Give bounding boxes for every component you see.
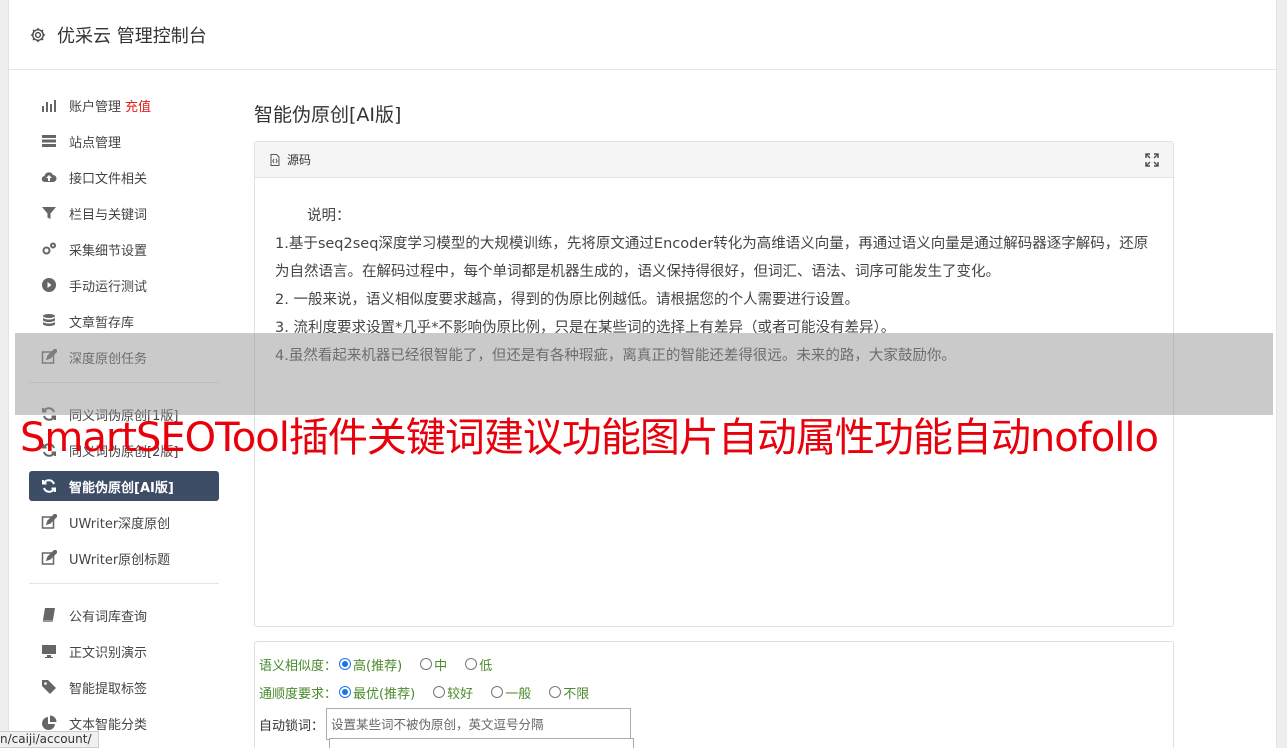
radio-label: 不限 [563, 686, 590, 702]
source-button[interactable]: 源码 [269, 151, 311, 168]
sidebar-item-collect-settings[interactable]: 采集细节设置 [29, 234, 219, 264]
content-paragraph-2: 2. 一般来说，语义相似度要求越高，得到的伪原比例越低。请根据您的个人需要进行设… [275, 292, 859, 308]
top-header: 优采云 管理控制台 [9, 0, 1276, 70]
radio-label: 高(推荐) [353, 658, 403, 674]
bar-chart-icon [42, 100, 56, 112]
second-input[interactable] [329, 738, 634, 748]
play-circle-icon [42, 278, 56, 292]
sidebar-item-columns-keywords[interactable]: 栏目与关键词 [29, 198, 219, 228]
sidebar-item-label: 正文识别演示 [69, 645, 148, 661]
radio-circle [339, 658, 352, 670]
sidebar-item-public-lexicon[interactable]: 公有词库查询 [29, 600, 219, 630]
fluency-good-radio[interactable]: 较好 [433, 683, 473, 702]
radio-circle [491, 686, 504, 698]
radio-circle [465, 658, 478, 670]
sidebar-item-label: 手动运行测试 [69, 279, 148, 295]
sidebar-item-label: 智能提取标签 [69, 681, 148, 697]
monitor-icon [42, 645, 56, 658]
watermark-text: SmartSEOTool插件关键词建议功能图片自动属性功能自动nofollo [20, 415, 1159, 461]
sidebar-item-tag-extraction[interactable]: 智能提取标签 [29, 672, 219, 702]
sidebar-item-account[interactable]: 账户管理 充值 [29, 90, 219, 120]
sidebar-item-ai-rewrite[interactable]: 智能伪原创[AI版] [29, 471, 219, 501]
sidebar-item-label: 文本智能分类 [69, 717, 148, 733]
fluency-best-radio[interactable]: 最优(推荐) [339, 683, 415, 702]
refresh-icon [42, 479, 56, 493]
sidebar-item-sites[interactable]: 站点管理 [29, 126, 219, 156]
fluency-row: 通顺度要求： 最优(推荐) 较好 一般 不限 [259, 678, 1169, 706]
radio-label: 较好 [447, 686, 474, 702]
similarity-high-radio[interactable]: 高(推荐) [339, 655, 402, 674]
rewrite-options-panel: 语义相似度： 高(推荐) 中 低 通顺度要求： 最优(推荐) 较好 一般 不限 … [254, 641, 1174, 748]
sidebar-item-label: UWriter深度原创 [69, 516, 171, 532]
edit-icon [41, 514, 57, 529]
sidebar-item-manual-test[interactable]: 手动运行测试 [29, 270, 219, 300]
sidebar-item-label: 公有词库查询 [69, 609, 148, 625]
sidebar-item-uwriter-title[interactable]: UWriter原创标题 [29, 543, 219, 573]
fluency-label: 通顺度要求： [259, 686, 338, 702]
radio-circle [339, 686, 352, 698]
sidebar-item-label: 接口文件相关 [69, 171, 148, 187]
sidebar-item-uwriter-deep[interactable]: UWriter深度原创 [29, 507, 219, 537]
similarity-row: 语义相似度： 高(推荐) 中 低 [259, 650, 1169, 678]
radio-label: 一般 [505, 686, 532, 702]
sidebar-item-label: UWriter原创标题 [69, 552, 171, 568]
fluency-any-radio[interactable]: 不限 [549, 683, 589, 702]
lock-words-row: 自动锁词： [259, 706, 1169, 742]
status-bar-url: n/caiji/account/ [0, 731, 99, 748]
sidebar-item-label: 站点管理 [69, 135, 122, 151]
similarity-label: 语义相似度： [259, 658, 338, 674]
source-button-label: 源码 [287, 153, 312, 167]
recharge-link[interactable]: 充值 [125, 96, 151, 115]
sidebar-item-label: 智能伪原创[AI版] [69, 480, 174, 496]
sidebar-item-text-recognition[interactable]: 正文识别演示 [29, 636, 219, 666]
gears-icon [42, 242, 56, 255]
sidebar-item-label: 采集细节设置 [69, 243, 148, 259]
radio-circle [433, 686, 446, 698]
sidebar-item-label: 文章暂存库 [69, 315, 135, 331]
book-icon [42, 608, 55, 622]
edit-icon [41, 550, 57, 565]
radio-label: 低 [479, 658, 493, 674]
database-icon [43, 314, 55, 326]
filter-icon [42, 207, 56, 219]
server-icon [42, 135, 56, 147]
page-title: 智能伪原创[AI版] [254, 104, 402, 126]
sidebar-item-interface-files[interactable]: 接口文件相关 [29, 162, 219, 192]
app-title: 优采云 管理控制台 [57, 25, 207, 47]
similarity-medium-radio[interactable]: 中 [420, 655, 447, 674]
sidebar-divider [29, 583, 219, 584]
lock-words-label: 自动锁词： [259, 718, 325, 734]
radio-circle [549, 686, 562, 698]
fluency-normal-radio[interactable]: 一般 [491, 683, 531, 702]
sidebar-item-label: 栏目与关键词 [69, 207, 148, 223]
source-code-icon [270, 153, 280, 166]
sidebar-item-label: 账户管理 [69, 99, 122, 115]
watermark-band [15, 333, 1273, 415]
pie-chart-icon [42, 715, 57, 730]
radio-label: 最优(推荐) [353, 686, 416, 702]
fullscreen-icon[interactable] [1145, 152, 1159, 167]
radio-label: 中 [434, 658, 448, 674]
similarity-low-radio[interactable]: 低 [465, 655, 492, 674]
content-heading: 说明： [307, 208, 351, 224]
sidebar-item-article-storage[interactable]: 文章暂存库 [29, 306, 219, 336]
content-paragraph-1: 1.基于seq2seq深度学习模型的大规模训练，先将原文通过Encoder转化为… [275, 236, 1149, 280]
gear-icon [30, 27, 46, 42]
lock-words-input[interactable] [326, 708, 632, 740]
radio-circle [420, 658, 433, 670]
editor-toolbar: 源码 [255, 142, 1173, 178]
cloud-upload-icon [41, 172, 57, 183]
tag-icon [42, 680, 56, 694]
